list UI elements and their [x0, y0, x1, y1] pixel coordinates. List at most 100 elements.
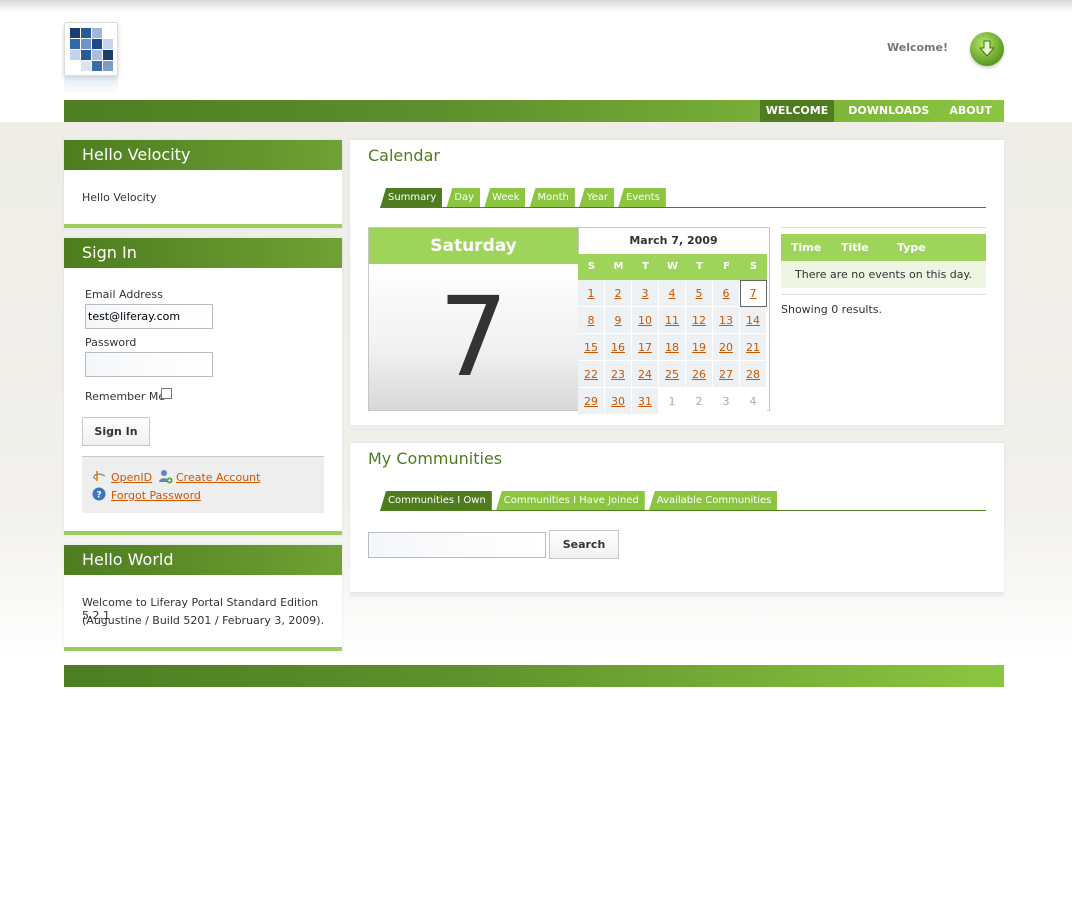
portlet-bottom-border — [64, 647, 342, 651]
calendar-day-cell[interactable]: 21 — [740, 334, 767, 361]
events-column-type[interactable]: Type — [897, 234, 957, 261]
calendar-day-link[interactable]: 25 — [665, 368, 679, 381]
calendar-day-link[interactable]: 9 — [615, 314, 622, 327]
calendar-day-link[interactable]: 3 — [642, 287, 649, 300]
calendar-day-link[interactable]: 27 — [719, 368, 733, 381]
tab-available-communities[interactable]: Available Communities — [648, 491, 778, 511]
calendar-day-link[interactable]: 26 — [692, 368, 706, 381]
calendar-day-link[interactable]: 22 — [584, 368, 598, 381]
sign-in-button[interactable]: Sign In — [82, 417, 150, 446]
liferay-logo-icon[interactable] — [64, 22, 118, 76]
nav-item-welcome[interactable]: WELCOME — [759, 100, 835, 122]
portlet-title: Hello World — [64, 545, 342, 575]
download-arrow-icon[interactable] — [970, 32, 1004, 66]
calendar-day-link[interactable]: 23 — [611, 368, 625, 381]
calendar-day-cell[interactable]: 31 — [632, 388, 659, 415]
calendar-day-cell[interactable]: 6 — [713, 280, 740, 307]
calendar-day-link[interactable]: 7 — [750, 287, 757, 300]
calendar-day-link[interactable]: 10 — [638, 314, 652, 327]
portlet-body-text: Hello Velocity — [82, 191, 157, 204]
nav-item-downloads[interactable]: DOWNLOADS — [842, 100, 935, 122]
calendar-day-link[interactable]: 20 — [719, 341, 733, 354]
calendar-day-cell[interactable]: 11 — [659, 307, 686, 334]
header: Welcome! — [64, 0, 1004, 100]
calendar-day-link[interactable]: 24 — [638, 368, 652, 381]
create-account-link[interactable]: Create Account — [176, 471, 260, 484]
calendar-day-cell[interactable]: 15 — [578, 334, 605, 361]
calendar-day-cell[interactable]: 9 — [605, 307, 632, 334]
calendar-day-cell[interactable]: 22 — [578, 361, 605, 388]
calendar-day-cell[interactable]: 20 — [713, 334, 740, 361]
calendar-day-link[interactable]: 16 — [611, 341, 625, 354]
tab-communities-i-own[interactable]: Communities I Own — [380, 491, 492, 511]
calendar-day-cell[interactable]: 14 — [740, 307, 767, 334]
calendar-day-link[interactable]: 18 — [665, 341, 679, 354]
main-navigation: WELCOME DOWNLOADS ABOUT — [64, 100, 1004, 122]
email-label: Email Address — [85, 288, 163, 301]
calendar-day-cell[interactable]: 2 — [605, 280, 632, 307]
calendar-day-link[interactable]: 4 — [669, 287, 676, 300]
calendar-day-cell[interactable]: 27 — [713, 361, 740, 388]
remember-me-label: Remember Me — [85, 390, 166, 403]
create-account-icon — [158, 469, 173, 484]
tab-communities-i-have-joined[interactable]: Communities I Have Joined — [495, 491, 645, 511]
calendar-day-link[interactable]: 12 — [692, 314, 706, 327]
calendar-day-cell[interactable]: 16 — [605, 334, 632, 361]
tab-week[interactable]: Week — [484, 188, 526, 208]
calendar-day-cell[interactable]: 24 — [632, 361, 659, 388]
tab-month[interactable]: Month — [529, 188, 575, 208]
email-field[interactable] — [85, 304, 213, 329]
events-column-title[interactable]: Title — [841, 234, 897, 261]
calendar-day-link[interactable]: 6 — [723, 287, 730, 300]
calendar-day-link[interactable]: 1 — [588, 287, 595, 300]
community-search-button[interactable]: Search — [549, 530, 619, 559]
calendar-day-link[interactable]: 21 — [746, 341, 760, 354]
forgot-password-link[interactable]: Forgot Password — [111, 489, 201, 502]
calendar-day-cell[interactable]: 26 — [686, 361, 713, 388]
openid-link[interactable]: OpenID — [111, 471, 152, 484]
tab-day[interactable]: Day — [446, 188, 481, 208]
calendar-day-cell[interactable]: 3 — [632, 280, 659, 307]
calendar-day-cell[interactable]: 13 — [713, 307, 740, 334]
calendar-day-cell[interactable]: 8 — [578, 307, 605, 334]
calendar-day-cell[interactable]: 7 — [740, 280, 767, 307]
logo-reflection — [64, 76, 118, 94]
calendar-day-cell[interactable]: 23 — [605, 361, 632, 388]
password-field[interactable] — [85, 352, 213, 377]
calendar-day-cell[interactable]: 19 — [686, 334, 713, 361]
calendar-day-link[interactable]: 8 — [588, 314, 595, 327]
calendar-day-cell[interactable]: 18 — [659, 334, 686, 361]
calendar-day-cell[interactable]: 29 — [578, 388, 605, 415]
calendar-day-cell[interactable]: 30 — [605, 388, 632, 415]
calendar-day-link[interactable]: 2 — [615, 287, 622, 300]
calendar-day-link[interactable]: 14 — [746, 314, 760, 327]
calendar-day-link[interactable]: 29 — [584, 395, 598, 408]
calendar-day-link[interactable]: 5 — [696, 287, 703, 300]
remember-me-checkbox[interactable] — [161, 388, 172, 399]
community-search-input[interactable] — [368, 532, 546, 558]
tab-summary[interactable]: Summary — [380, 188, 443, 208]
calendar-day-link[interactable]: 19 — [692, 341, 706, 354]
calendar-day-cell[interactable]: 10 — [632, 307, 659, 334]
calendar-day-link[interactable]: 30 — [611, 395, 625, 408]
calendar-day-link[interactable]: 15 — [584, 341, 598, 354]
nav-item-about[interactable]: ABOUT — [943, 100, 998, 122]
calendar-day-link[interactable]: 17 — [638, 341, 652, 354]
calendar-day-cell[interactable]: 28 — [740, 361, 767, 388]
calendar-day-cell[interactable]: 5 — [686, 280, 713, 307]
calendar-day-link[interactable]: 13 — [719, 314, 733, 327]
help-icon: ? — [92, 487, 106, 501]
calendar-day-link[interactable]: 31 — [638, 395, 652, 408]
calendar-day-cell[interactable]: 1 — [578, 280, 605, 307]
events-column-time[interactable]: Time — [781, 234, 841, 261]
calendar-day-cell[interactable]: 17 — [632, 334, 659, 361]
calendar-day-link[interactable]: 28 — [746, 368, 760, 381]
events-bottom-divider — [781, 294, 986, 295]
calendar-day-link[interactable]: 11 — [665, 314, 679, 327]
tab-events[interactable]: Events — [618, 188, 666, 208]
calendar-day-cell[interactable]: 25 — [659, 361, 686, 388]
tab-year[interactable]: Year — [578, 188, 614, 208]
hello-velocity-portlet: Hello Velocity Hello Velocity — [64, 140, 342, 228]
calendar-day-cell[interactable]: 4 — [659, 280, 686, 307]
calendar-day-cell[interactable]: 12 — [686, 307, 713, 334]
